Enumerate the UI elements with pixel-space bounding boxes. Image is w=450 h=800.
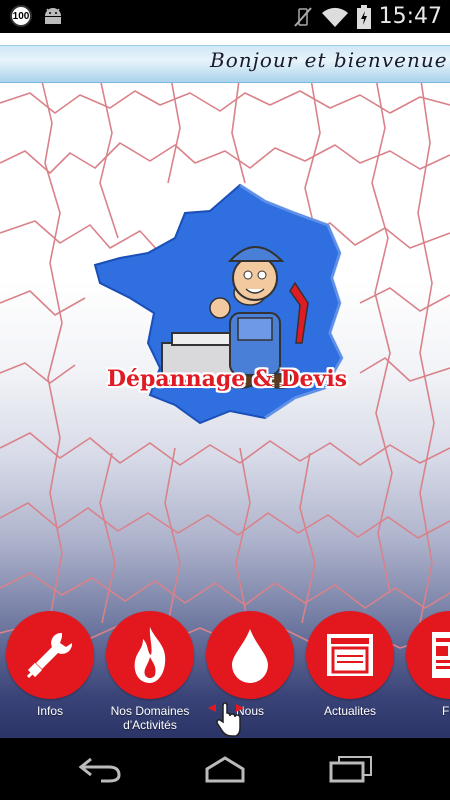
navigation-bar <box>0 738 450 800</box>
welcome-banner: Bonjour et bienvenue s <box>0 45 450 83</box>
clock: 15:47 <box>378 4 442 29</box>
menu-item-fly[interactable]: Fly <box>400 611 450 718</box>
back-button[interactable] <box>75 752 125 786</box>
hand-cursor-icon <box>208 702 244 737</box>
notification-badge: 100 <box>10 5 32 27</box>
home-icon <box>205 756 245 783</box>
logo-title: Dépannage & Devis <box>106 366 348 392</box>
battery-icon <box>356 4 371 29</box>
mute-icon <box>293 6 312 27</box>
home-button[interactable] <box>200 752 250 786</box>
menu-label: Fly <box>442 704 450 718</box>
menu-circle[interactable] <box>6 611 94 699</box>
menu-item-actualites[interactable]: Actualites <box>300 611 400 718</box>
flame-icon <box>134 627 166 683</box>
menu-circle[interactable] <box>106 611 194 699</box>
oven-icon <box>327 634 373 676</box>
wrench-plug-icon <box>26 632 73 679</box>
menu-label: Actualites <box>323 704 377 718</box>
welcome-banner-text: Bonjour et bienvenue s <box>210 48 450 72</box>
logo-france-plumber <box>93 183 344 425</box>
flyer-icon <box>432 632 450 678</box>
menu-circle[interactable] <box>206 611 294 699</box>
menu-label: Infos <box>36 704 63 718</box>
app-screen: Bonjour et bienvenue s Dépannage & Devis <box>0 33 450 738</box>
menu-label: Nos Domaines d'Activités <box>110 704 190 732</box>
menu-circle[interactable] <box>406 611 450 699</box>
water-drop-icon <box>232 629 268 683</box>
android-icon <box>45 8 61 24</box>
menu-item-domaines[interactable]: Nos Domaines d'Activités <box>100 611 200 732</box>
recent-apps-button[interactable] <box>325 752 375 786</box>
recent-apps-icon <box>329 756 372 783</box>
back-icon <box>78 757 121 783</box>
menu-item-infos[interactable]: Infos <box>0 611 100 718</box>
menu-circle[interactable] <box>306 611 394 699</box>
wifi-icon <box>321 7 348 27</box>
status-bar: 100 15:47 <box>0 0 450 33</box>
